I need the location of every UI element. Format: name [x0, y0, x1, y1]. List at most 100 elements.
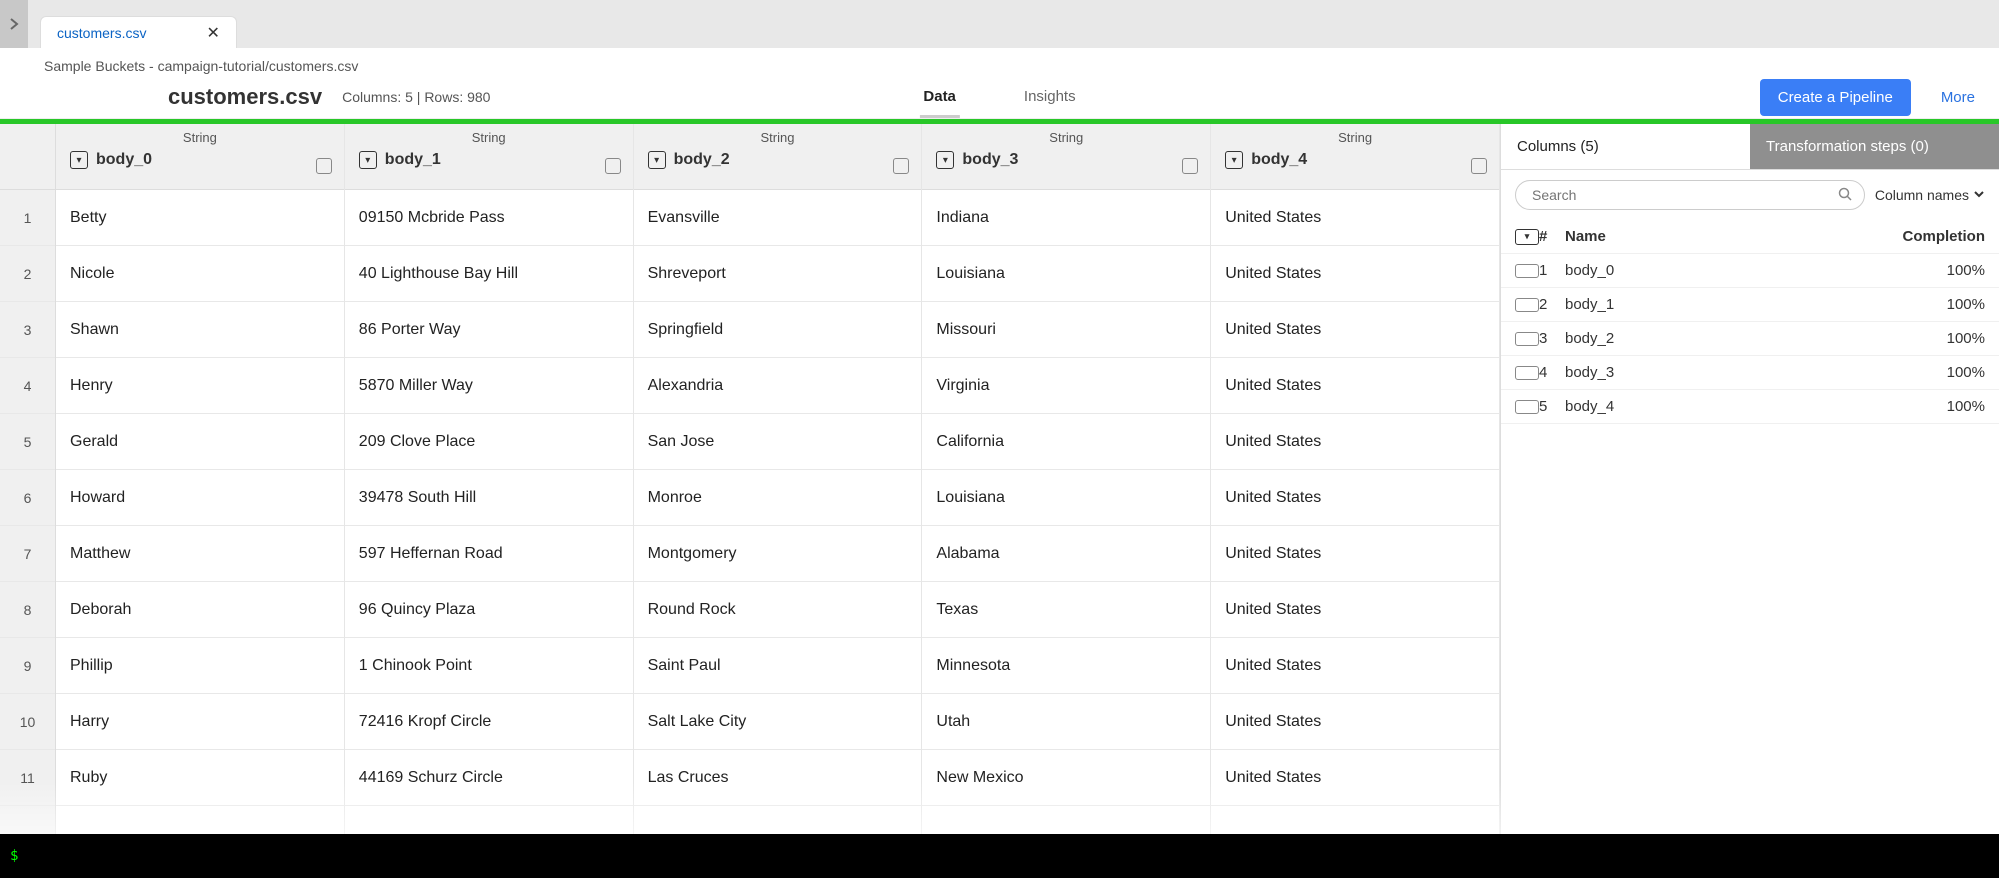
cell[interactable]: Las Cruces	[634, 750, 922, 806]
cell[interactable]: Virginia	[922, 358, 1210, 414]
cell[interactable]: Monroe	[634, 470, 922, 526]
cell[interactable]: Salt Lake City	[634, 694, 922, 750]
column-select-checkbox[interactable]	[605, 158, 621, 174]
cell[interactable]: Howard	[56, 470, 344, 526]
column-menu-icon[interactable]: ▾	[359, 151, 377, 169]
column-menu-icon[interactable]: ▾	[1225, 151, 1243, 169]
column-list-item[interactable]: 4body_3100%	[1501, 356, 1999, 390]
column-list-item[interactable]: 5body_4100%	[1501, 390, 1999, 424]
cell[interactable]: Louisiana	[922, 470, 1210, 526]
column-list-checkbox[interactable]	[1515, 366, 1539, 380]
row-number[interactable]: 5	[0, 414, 55, 470]
cell[interactable]: Betty	[56, 190, 344, 246]
cell[interactable]: New Mexico	[922, 750, 1210, 806]
cell[interactable]: Montgomery	[634, 526, 922, 582]
column-list-item[interactable]: 2body_1100%	[1501, 288, 1999, 322]
row-number[interactable]: 4	[0, 358, 55, 414]
cell[interactable]: Gerald	[56, 414, 344, 470]
cell[interactable]: United States	[1211, 414, 1499, 470]
cell[interactable]: Shreveport	[634, 246, 922, 302]
cell[interactable]: 1 Chinook Point	[345, 638, 633, 694]
cell[interactable]: 86 Porter Way	[345, 302, 633, 358]
cell[interactable]: Deborah	[56, 582, 344, 638]
terminal[interactable]: $	[0, 834, 1999, 878]
cell[interactable]: 209 Clove Place	[345, 414, 633, 470]
cell[interactable]: Nicole	[56, 246, 344, 302]
column-menu-icon[interactable]: ▾	[70, 151, 88, 169]
row-number[interactable]: 1	[0, 190, 55, 246]
cell[interactable]: Harry	[56, 694, 344, 750]
cell[interactable]: United States	[1211, 582, 1499, 638]
cell[interactable]: Alabama	[922, 526, 1210, 582]
row-number[interactable]: 6	[0, 470, 55, 526]
cell[interactable]: Indiana	[922, 190, 1210, 246]
column-filter-dropdown[interactable]: Column names	[1875, 187, 1985, 203]
cell[interactable]: 39478 South Hill	[345, 470, 633, 526]
cell[interactable]: California	[922, 414, 1210, 470]
cell[interactable]: Ruby	[56, 750, 344, 806]
row-number[interactable]: 3	[0, 302, 55, 358]
cell[interactable]: Texas	[922, 582, 1210, 638]
column-list-checkbox[interactable]	[1515, 332, 1539, 346]
row-number[interactable]: 7	[0, 526, 55, 582]
close-tab-icon[interactable]: ✕	[206, 23, 219, 43]
cell[interactable]: 40 Lighthouse Bay Hill	[345, 246, 633, 302]
cell[interactable]: United States	[1211, 246, 1499, 302]
cell[interactable]: Shawn	[56, 302, 344, 358]
column-select-checkbox[interactable]	[1182, 158, 1198, 174]
column-list-checkbox[interactable]	[1515, 298, 1539, 312]
row-number[interactable]: 2	[0, 246, 55, 302]
cell[interactable]: 44169 Schurz Circle	[345, 750, 633, 806]
column-search[interactable]	[1515, 180, 1865, 210]
cell[interactable]: Springfield	[634, 302, 922, 358]
cell[interactable]: 96 Quincy Plaza	[345, 582, 633, 638]
cell[interactable]: Evansville	[634, 190, 922, 246]
more-link[interactable]: More	[1941, 89, 1975, 106]
cell[interactable]: 597 Heffernan Road	[345, 526, 633, 582]
cell[interactable]: 09150 Mcbride Pass	[345, 190, 633, 246]
cell[interactable]: Round Rock	[634, 582, 922, 638]
row-number[interactable]: 10	[0, 694, 55, 750]
cell[interactable]: United States	[1211, 302, 1499, 358]
row-number[interactable]: 11	[0, 750, 55, 806]
row-number[interactable]: 8	[0, 582, 55, 638]
cell[interactable]: United States	[1211, 526, 1499, 582]
cell[interactable]: United States	[1211, 750, 1499, 806]
tab-insights[interactable]: Insights	[1020, 82, 1080, 118]
column-list-checkbox[interactable]	[1515, 264, 1539, 278]
column-menu-icon[interactable]: ▾	[936, 151, 954, 169]
create-pipeline-button[interactable]: Create a Pipeline	[1760, 79, 1911, 116]
cell[interactable]: Matthew	[56, 526, 344, 582]
tab-columns[interactable]: Columns (5)	[1501, 124, 1750, 170]
cell[interactable]: 5870 Miller Way	[345, 358, 633, 414]
cell[interactable]: Missouri	[922, 302, 1210, 358]
column-list-checkbox[interactable]	[1515, 400, 1539, 414]
tab-transformation-steps[interactable]: Transformation steps (0)	[1750, 124, 1999, 170]
cell[interactable]: United States	[1211, 470, 1499, 526]
cell[interactable]: Saint Paul	[634, 638, 922, 694]
cell[interactable]: United States	[1211, 694, 1499, 750]
cell[interactable]: United States	[1211, 358, 1499, 414]
column-select-checkbox[interactable]	[1471, 158, 1487, 174]
cell[interactable]: Minnesota	[922, 638, 1210, 694]
cell[interactable]: United States	[1211, 638, 1499, 694]
column-list-item[interactable]: 1body_0100%	[1501, 254, 1999, 288]
tab-data[interactable]: Data	[919, 82, 960, 118]
file-tab[interactable]: customers.csv ✕	[40, 16, 237, 48]
cell[interactable]: Louisiana	[922, 246, 1210, 302]
cell[interactable]: 72416 Kropf Circle	[345, 694, 633, 750]
column-select-checkbox[interactable]	[316, 158, 332, 174]
column-select-checkbox[interactable]	[893, 158, 909, 174]
search-input[interactable]	[1532, 187, 1830, 203]
cell[interactable]: United States	[1211, 190, 1499, 246]
sidebar-expand-icon[interactable]	[0, 0, 28, 48]
cell[interactable]: Alexandria	[634, 358, 922, 414]
column-menu-icon[interactable]: ▾	[648, 151, 666, 169]
row-number[interactable]: 9	[0, 638, 55, 694]
cell[interactable]: Henry	[56, 358, 344, 414]
column-list-item[interactable]: 3body_2100%	[1501, 322, 1999, 356]
cell[interactable]: San Jose	[634, 414, 922, 470]
cell[interactable]: Utah	[922, 694, 1210, 750]
cell[interactable]: Phillip	[56, 638, 344, 694]
columns-menu-icon[interactable]: ▾	[1515, 229, 1539, 245]
